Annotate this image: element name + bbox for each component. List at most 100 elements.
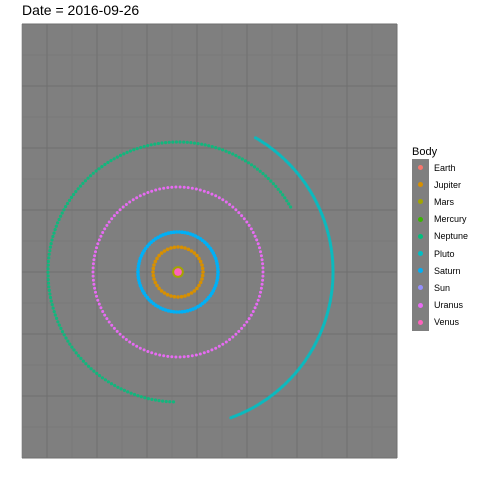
- data-point-jupiter: [200, 266, 205, 271]
- data-point-neptune: [136, 394, 140, 398]
- data-point-neptune: [59, 326, 63, 330]
- data-point-neptune: [139, 395, 143, 399]
- data-point-neptune: [100, 165, 104, 169]
- data-point-uranus: [121, 335, 125, 339]
- data-point-uranus: [228, 203, 232, 206]
- data-point-saturn: [216, 273, 220, 277]
- data-point-jupiter: [172, 294, 177, 299]
- data-point-uranus: [162, 186, 166, 190]
- data-point-neptune: [76, 354, 81, 358]
- data-point-uranus: [256, 298, 260, 302]
- data-point-neptune: [271, 182, 275, 186]
- data-point-neptune: [182, 140, 186, 144]
- legend-item-uranus: Uranus: [412, 296, 474, 314]
- data-point-neptune: [97, 374, 102, 378]
- data-point-uranus: [170, 185, 174, 189]
- data-point-uranus: [115, 211, 119, 215]
- data-point-neptune: [74, 351, 78, 355]
- data-point-uranus: [128, 340, 132, 344]
- data-point-uranus: [112, 326, 116, 330]
- legend-item-mars: Mars: [412, 193, 474, 211]
- data-point-neptune: [171, 140, 175, 144]
- data-point-uranus: [258, 246, 261, 250]
- data-point-neptune: [174, 140, 178, 144]
- data-point-neptune: [47, 288, 51, 292]
- data-point-uranus: [96, 242, 100, 246]
- data-point-uranus: [206, 350, 210, 353]
- data-point-neptune: [46, 274, 50, 278]
- data-point-jupiter: [198, 280, 203, 285]
- legend-label: Neptune: [434, 231, 469, 242]
- legend-title: Body: [412, 146, 438, 158]
- data-point-neptune: [60, 211, 64, 215]
- data-point-uranus: [190, 186, 194, 190]
- data-point-neptune: [217, 147, 221, 151]
- data-point-neptune: [164, 141, 168, 145]
- data-point-uranus: [124, 338, 128, 341]
- data-point-neptune: [52, 231, 56, 235]
- data-point-uranus: [146, 350, 150, 353]
- legend-label: Pluto: [434, 248, 455, 259]
- data-point-neptune: [91, 171, 95, 175]
- data-point-uranus: [146, 191, 150, 194]
- data-point-uranus: [234, 332, 238, 336]
- data-point-neptune: [210, 145, 214, 149]
- data-point-jupiter: [162, 249, 167, 253]
- legend-label: Earth: [434, 162, 456, 173]
- data-point-uranus: [258, 294, 261, 298]
- chart-plot-area: [21, 23, 398, 459]
- data-point-neptune: [46, 263, 50, 267]
- data-point-neptune: [221, 148, 225, 152]
- data-point-uranus: [182, 185, 186, 189]
- data-point-uranus: [247, 223, 251, 227]
- data-point-neptune: [81, 359, 85, 363]
- data-point-neptune: [126, 390, 130, 394]
- data-point-neptune: [56, 221, 60, 225]
- data-point-neptune: [57, 323, 61, 327]
- data-point-neptune: [48, 249, 52, 253]
- data-point-neptune: [214, 146, 218, 150]
- data-point-uranus: [112, 214, 116, 218]
- data-point-uranus: [214, 346, 218, 350]
- data-point-neptune: [64, 336, 68, 340]
- data-point-uranus: [186, 186, 190, 190]
- legend-item-neptune: Neptune: [412, 227, 474, 245]
- data-point-uranus: [202, 351, 206, 355]
- data-point-jupiter: [189, 291, 194, 295]
- data-point-jupiter: [176, 245, 180, 249]
- data-point-uranus: [91, 262, 95, 266]
- data-point-uranus: [261, 262, 265, 266]
- data-point-uranus: [91, 278, 95, 282]
- data-point-uranus: [135, 344, 139, 348]
- data-point-uranus: [242, 323, 246, 327]
- legend-label: Uranus: [434, 300, 464, 311]
- data-point-uranus: [214, 194, 218, 198]
- data-point-neptune: [89, 367, 93, 371]
- data-point-uranus: [255, 238, 259, 242]
- data-point-neptune: [47, 252, 51, 256]
- data-point-neptune: [153, 398, 158, 402]
- legend-items: Earth Jupiter Mars Mercury Neptune Pluto Satur…: [412, 159, 474, 331]
- data-point-uranus: [178, 355, 182, 359]
- data-point-uranus: [221, 342, 225, 346]
- data-point-neptune: [84, 362, 88, 366]
- data-point-neptune: [103, 378, 107, 382]
- legend-key: [412, 313, 429, 331]
- data-point-uranus: [240, 214, 244, 218]
- data-point-uranus: [110, 323, 114, 327]
- data-point-neptune: [57, 217, 61, 222]
- data-point-neptune: [142, 144, 146, 149]
- data-point-jupiter: [157, 253, 161, 258]
- data-point-neptune: [48, 245, 53, 249]
- legend-item-earth: Earth: [412, 159, 474, 177]
- data-point-neptune: [118, 153, 123, 157]
- data-point-jupiter: [162, 291, 167, 295]
- data-point-uranus: [174, 355, 178, 359]
- data-point-uranus: [121, 205, 125, 209]
- data-point-neptune: [149, 143, 153, 147]
- data-point-uranus: [131, 198, 135, 202]
- data-point-uranus: [105, 223, 109, 227]
- data-point-jupiter: [155, 256, 159, 261]
- data-point-neptune: [240, 157, 244, 161]
- data-point-jupiter: [183, 294, 187, 298]
